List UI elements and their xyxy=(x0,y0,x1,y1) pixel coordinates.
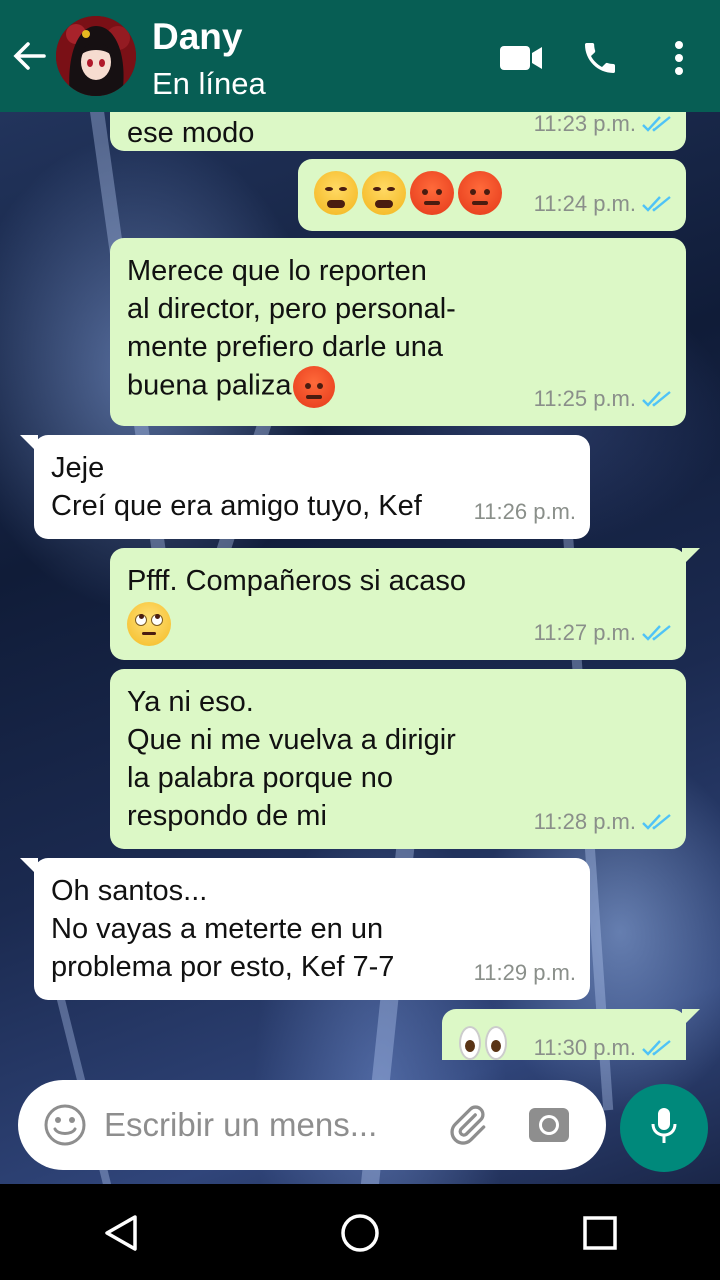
system-navigation-bar xyxy=(0,1184,720,1280)
message-text: Merece que lo reporten al director, pero… xyxy=(127,255,456,402)
double-check-read-icon xyxy=(642,624,672,642)
message-bubble-outgoing[interactable]: Pfff. Compañeros si acaso 11:27 p.m. xyxy=(110,548,700,660)
message-text: Pfff. Compañeros si acaso xyxy=(127,565,467,597)
double-check-read-icon xyxy=(642,813,672,831)
message-bubble-outgoing[interactable]: Ya ni eso. Que ni me vuelva a dirigir la… xyxy=(110,669,686,849)
attach-paperclip-icon[interactable] xyxy=(442,1102,492,1148)
eyes-emoji xyxy=(459,1026,511,1060)
angry-face-emoji xyxy=(458,171,502,215)
contact-status: En línea xyxy=(152,66,266,101)
message-meta: 11:28 p.m. xyxy=(534,803,672,841)
contact-name[interactable]: Dany xyxy=(152,16,242,58)
message-meta: 11:24 p.m. xyxy=(534,185,672,223)
video-call-icon[interactable] xyxy=(498,36,544,80)
nav-back-icon[interactable] xyxy=(98,1210,144,1256)
angry-face-emoji xyxy=(410,171,454,215)
message-bubble-incoming[interactable]: Jeje Creí que era amigo tuyo, Kef 11:26 … xyxy=(20,435,590,539)
double-check-read-icon xyxy=(642,195,672,213)
camera-icon[interactable] xyxy=(524,1102,574,1148)
message-bubble-incoming[interactable]: Oh santos... No vayas a meterte en un pr… xyxy=(20,858,590,1000)
back-arrow-icon[interactable] xyxy=(10,36,48,76)
message-meta: 11:29 p.m. xyxy=(474,954,576,992)
eye-roll-face-emoji xyxy=(127,602,171,646)
double-check-read-icon xyxy=(642,390,672,408)
voice-message-button[interactable] xyxy=(620,1084,708,1172)
phone-call-icon[interactable] xyxy=(578,36,622,80)
message-time: 11:26 p.m. xyxy=(473,499,576,524)
emoji-icon[interactable] xyxy=(42,1102,88,1148)
message-meta: 11:27 p.m. xyxy=(534,614,672,652)
message-bubble-outgoing[interactable]: Merece que lo reporten al director, pero… xyxy=(110,238,686,426)
nav-recents-icon[interactable] xyxy=(577,1210,623,1256)
more-options-icon[interactable] xyxy=(664,36,694,80)
message-time: 11:28 p.m. xyxy=(533,809,636,834)
message-time: 11:23 p.m. xyxy=(533,112,636,136)
message-input[interactable]: Escribir un mens... xyxy=(104,1106,377,1144)
angry-face-emoji xyxy=(293,366,336,408)
message-meta: 11:23 p.m. xyxy=(534,112,672,143)
message-bubble-outgoing[interactable]: 11:30 p.m. xyxy=(442,1009,700,1060)
double-check-read-icon xyxy=(642,1039,672,1057)
message-bubble-outgoing[interactable]: ese modo 11:23 p.m. xyxy=(110,112,686,151)
face-with-steam-emoji xyxy=(362,171,406,215)
nav-home-icon[interactable] xyxy=(337,1210,383,1256)
message-meta: 11:30 p.m. xyxy=(534,1029,672,1060)
message-time: 11:27 p.m. xyxy=(533,620,636,645)
message-meta: 11:26 p.m. xyxy=(474,493,576,531)
microphone-icon xyxy=(649,1106,679,1151)
message-time: 11:24 p.m. xyxy=(533,191,636,216)
message-bubble-outgoing[interactable]: 11:24 p.m. xyxy=(298,159,686,231)
message-composer[interactable]: Escribir un mens... xyxy=(18,1080,606,1170)
chat-header: Dany En línea xyxy=(0,0,720,112)
face-with-steam-emoji xyxy=(314,171,358,215)
message-time: 11:29 p.m. xyxy=(473,960,576,985)
message-list: ese modo 11:23 p.m. 11:24 p.m. Merece qu… xyxy=(0,112,720,1060)
message-meta: 11:25 p.m. xyxy=(534,380,672,418)
message-time: 11:30 p.m. xyxy=(533,1035,636,1060)
message-time: 11:25 p.m. xyxy=(533,386,636,411)
double-check-read-icon xyxy=(642,115,672,133)
contact-avatar[interactable] xyxy=(56,16,136,96)
